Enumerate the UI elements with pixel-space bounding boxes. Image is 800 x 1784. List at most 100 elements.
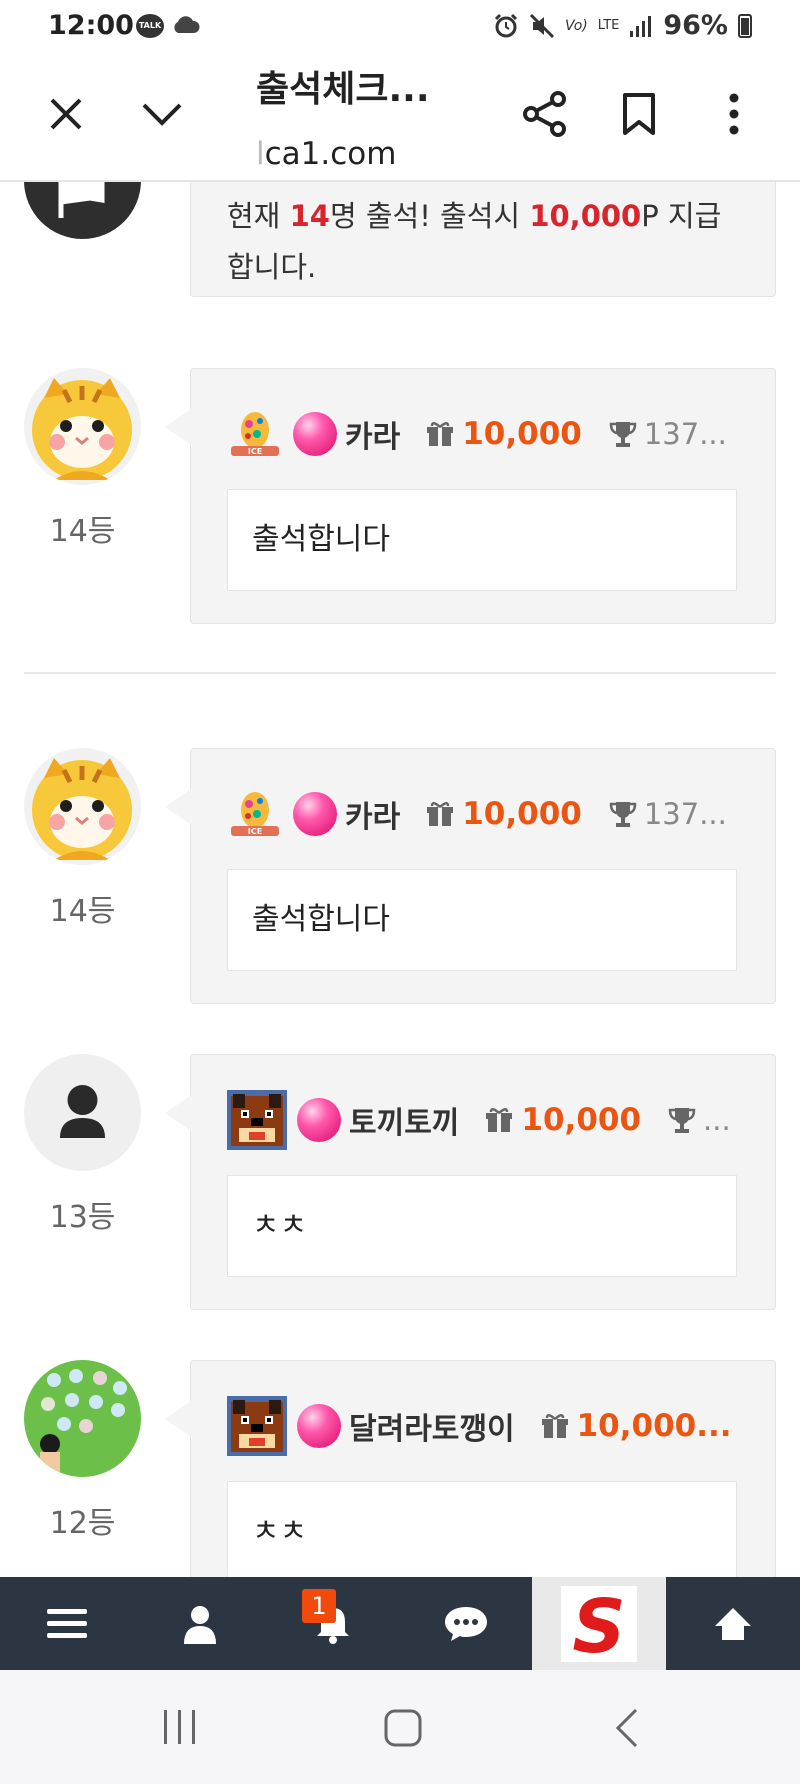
bottom-navigation: 1 S	[0, 1577, 800, 1670]
comment-meta: ICE 카라 10,000 137...	[227, 403, 747, 465]
point-value: 10,000	[462, 416, 582, 452]
site-logo-button[interactable]: S	[532, 1577, 666, 1670]
collapse-button[interactable]	[134, 86, 190, 142]
level-ball-icon	[297, 1098, 341, 1142]
page-url: lca1.com	[256, 136, 397, 172]
rank-label: 12등	[49, 1506, 116, 1541]
level-egg-icon: ICE	[231, 792, 279, 836]
gift-icon	[427, 802, 454, 826]
comment-text: 출석합니다	[227, 869, 737, 971]
mute-icon	[529, 13, 555, 38]
attendance-notice: 현재 14명 출석! 출석시 10,000P 지급 합니다.	[190, 182, 776, 297]
user-icon	[183, 1605, 216, 1644]
gift-icon	[541, 1414, 568, 1438]
gift-icon	[486, 1108, 513, 1132]
svg-text:ICE: ICE	[248, 827, 262, 836]
comment-meta: 달려라토깽이 10,000...	[227, 1395, 747, 1457]
status-indicators: Vo) LTE 96%	[493, 10, 752, 41]
menu-button[interactable]	[0, 1577, 133, 1670]
back-icon[interactable]	[612, 1708, 642, 1748]
notification-badge: 1	[302, 1589, 336, 1623]
signal-icon	[630, 15, 652, 37]
status-time: 12:00	[48, 10, 134, 41]
chevron-down-icon	[142, 103, 182, 126]
comment-bubble: 토끼토끼 10,000 ... ㅊㅊ	[165, 1054, 776, 1310]
comment-text: ㅊㅊ	[227, 1481, 737, 1577]
system-navigation-bar	[0, 1670, 800, 1784]
chat-button[interactable]	[399, 1577, 532, 1670]
section-divider	[24, 672, 776, 674]
content-area[interactable]: 현재 14명 출석! 출석시 10,000P 지급 합니다. 14등 ICE 카…	[0, 182, 800, 1577]
s-logo-icon: S	[561, 1585, 637, 1662]
trophy-value: 137...	[643, 797, 727, 831]
lte-label: LTE	[597, 17, 620, 33]
comment-text: ㅊㅊ	[227, 1175, 737, 1277]
point-value: 10,000	[462, 796, 582, 832]
tiger-avatar-icon	[24, 748, 141, 865]
page-title: 출석체크...	[256, 69, 430, 110]
level-ball-icon	[293, 412, 337, 456]
more-vertical-icon	[729, 93, 739, 135]
svg-text:ICE: ICE	[248, 447, 262, 456]
hamburger-menu-icon	[46, 1608, 87, 1638]
gift-icon	[427, 422, 454, 446]
battery-percent: 96%	[663, 10, 728, 41]
home-icon[interactable]	[383, 1708, 423, 1748]
close-icon	[50, 98, 82, 130]
trophy-icon	[609, 422, 637, 447]
avatar[interactable]	[24, 1054, 141, 1171]
avatar[interactable]	[24, 1360, 141, 1477]
dog-level-icon	[227, 1396, 287, 1456]
bookmark-button[interactable]	[611, 86, 667, 142]
share-icon	[523, 91, 566, 137]
alarm-icon	[494, 13, 518, 37]
user-icon	[60, 1085, 105, 1138]
trophy-icon	[668, 1108, 696, 1133]
flag-icon	[58, 182, 105, 218]
more-options-button[interactable]	[706, 86, 762, 142]
comment-text: 출석합니다	[227, 489, 737, 591]
talk-icon: TALK	[136, 14, 164, 38]
reward-points: 10,000	[529, 199, 642, 233]
close-button[interactable]	[38, 86, 94, 142]
author-name[interactable]: 토끼토끼	[349, 1098, 459, 1142]
game-avatar-icon	[24, 1360, 141, 1477]
svg-text:S: S	[572, 1586, 625, 1662]
author-name[interactable]: 카라	[345, 792, 400, 836]
dog-level-icon	[227, 1090, 287, 1150]
comment-meta: 토끼토끼 10,000 ...	[227, 1089, 747, 1151]
battery-icon	[738, 13, 752, 38]
avatar[interactable]	[24, 748, 141, 865]
comment-meta: ICE 카라 10,000 137...	[227, 783, 747, 845]
rank-label: 13등	[49, 1200, 116, 1235]
profile-button[interactable]	[133, 1577, 266, 1670]
attendance-count: 14	[289, 199, 330, 233]
trophy-icon	[609, 802, 637, 827]
trophy-value: 137...	[643, 417, 727, 451]
recent-apps-icon[interactable]	[160, 1708, 200, 1746]
tiger-avatar-icon	[24, 368, 141, 485]
scroll-top-button[interactable]	[666, 1577, 800, 1670]
point-value: 10,000...	[576, 1408, 732, 1444]
trophy-value: ...	[703, 1103, 731, 1137]
comment-bubble: ICE 카라 10,000 137... 출석합니다	[165, 748, 776, 1004]
share-button[interactable]	[517, 86, 573, 142]
status-bar: 12:00 TALK Vo) LTE 96%	[0, 0, 800, 54]
level-ball-icon	[297, 1404, 341, 1448]
arrow-up-icon	[715, 1607, 751, 1640]
comment-bubble: 달려라토깽이 10,000... ㅊㅊ	[165, 1360, 776, 1577]
comment-bubble: ICE 카라 10,000 137... 출석합니다	[165, 368, 776, 624]
notice-avatar	[24, 182, 141, 239]
browser-toolbar: 출석체크... lca1.com	[0, 54, 800, 182]
chat-bubble-icon	[444, 1606, 487, 1641]
point-value: 10,000	[521, 1102, 642, 1138]
cloud-icon	[174, 16, 200, 33]
level-egg-icon: ICE	[231, 412, 279, 456]
bookmark-icon	[623, 93, 655, 135]
avatar[interactable]	[24, 368, 141, 485]
author-name[interactable]: 카라	[345, 412, 400, 456]
volte-label: Vo)	[564, 17, 588, 34]
author-name[interactable]: 달려라토깽이	[349, 1404, 515, 1448]
rank-label: 14등	[49, 514, 116, 549]
rank-label: 14등	[49, 894, 116, 929]
